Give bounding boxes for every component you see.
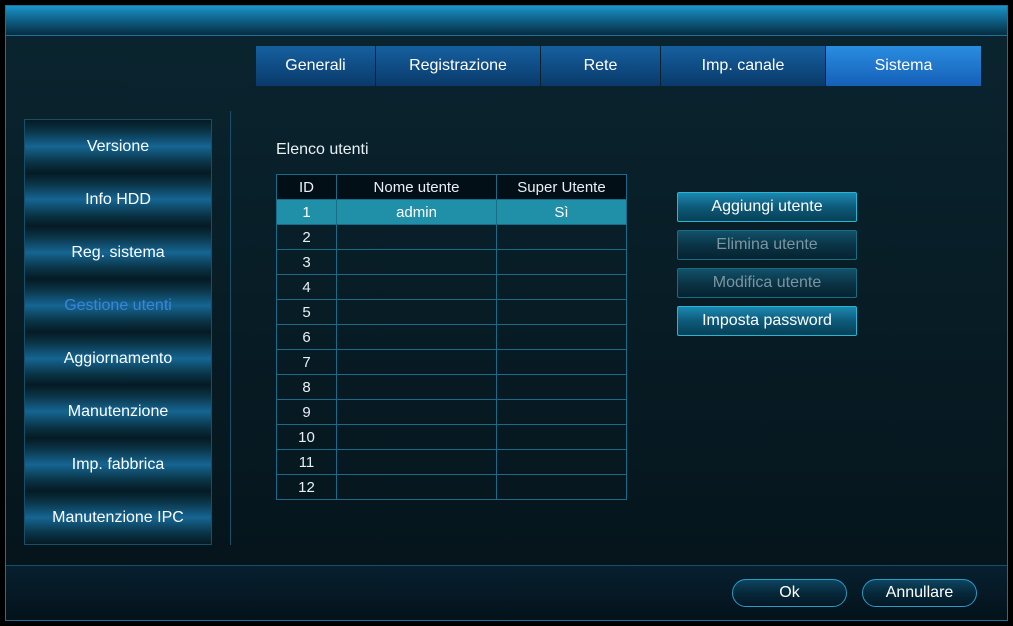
user-table: ID Nome utente Super Utente 1adminSì2345… <box>276 174 627 500</box>
tab-registrazione[interactable]: Registrazione <box>376 46 541 86</box>
table-row[interactable]: 12 <box>277 475 627 500</box>
ok-button[interactable]: Ok <box>732 579 847 607</box>
table-cell-id: 2 <box>277 225 337 250</box>
table-cell-super <box>497 375 627 400</box>
table-row[interactable]: 5 <box>277 300 627 325</box>
table-cell-super <box>497 400 627 425</box>
table-row[interactable]: 11 <box>277 450 627 475</box>
table-cell-super <box>497 275 627 300</box>
add-user-button[interactable]: Aggiungi utente <box>677 192 857 222</box>
table-cell-super <box>497 225 627 250</box>
sidebar-item-gestione-utenti[interactable]: Gestione utenti <box>25 279 211 332</box>
sidebar-item-manutenzione-ipc[interactable]: Manutenzione IPC <box>25 491 211 544</box>
table-cell-id: 4 <box>277 275 337 300</box>
table-cell-super <box>497 475 627 500</box>
cancel-button[interactable]: Annullare <box>862 579 977 607</box>
top-tabs: Generali Registrazione Rete Imp. canale … <box>256 46 1007 86</box>
table-cell-id: 10 <box>277 425 337 450</box>
table-cell-id: 11 <box>277 450 337 475</box>
table-cell-super <box>497 300 627 325</box>
table-header-id: ID <box>277 175 337 200</box>
table-row[interactable]: 8 <box>277 375 627 400</box>
table-cell-name <box>337 275 497 300</box>
main-panel: Elenco utenti ID Nome utente Super Utent… <box>230 111 1007 545</box>
table-cell-id: 7 <box>277 350 337 375</box>
table-cell-super <box>497 350 627 375</box>
table-cell-id: 3 <box>277 250 337 275</box>
table-cell-name <box>337 400 497 425</box>
delete-user-button[interactable]: Elimina utente <box>677 230 857 260</box>
table-row[interactable]: 6 <box>277 325 627 350</box>
table-cell-name <box>337 300 497 325</box>
user-table-body: 1adminSì23456789101112 <box>277 200 627 500</box>
table-row[interactable]: 10 <box>277 425 627 450</box>
table-cell-id: 12 <box>277 475 337 500</box>
table-cell-id: 9 <box>277 400 337 425</box>
sidebar-item-manutenzione[interactable]: Manutenzione <box>25 385 211 438</box>
table-cell-super <box>497 250 627 275</box>
table-cell-name <box>337 225 497 250</box>
table-header-name: Nome utente <box>337 175 497 200</box>
table-row[interactable]: 1adminSì <box>277 200 627 225</box>
table-cell-name <box>337 250 497 275</box>
table-cell-name <box>337 350 497 375</box>
content-area: Versione Info HDD Reg. sistema Gestione … <box>6 111 1007 545</box>
table-cell-name <box>337 475 497 500</box>
table-cell-id: 6 <box>277 325 337 350</box>
sidebar-item-info-hdd[interactable]: Info HDD <box>25 173 211 226</box>
table-row[interactable]: 2 <box>277 225 627 250</box>
table-row[interactable]: 7 <box>277 350 627 375</box>
sidebar-item-reg-sistema[interactable]: Reg. sistema <box>25 226 211 279</box>
window-titlebar <box>6 6 1007 36</box>
settings-window: Generali Registrazione Rete Imp. canale … <box>5 5 1008 621</box>
table-row[interactable]: 4 <box>277 275 627 300</box>
action-buttons: Aggiungi utente Elimina utente Modifica … <box>677 192 857 500</box>
sidebar: Versione Info HDD Reg. sistema Gestione … <box>24 119 212 545</box>
table-cell-super <box>497 325 627 350</box>
table-cell-name: admin <box>337 200 497 225</box>
table-row[interactable]: 3 <box>277 250 627 275</box>
table-cell-id: 8 <box>277 375 337 400</box>
tab-sistema[interactable]: Sistema <box>826 46 981 86</box>
tab-imp-canale[interactable]: Imp. canale <box>661 46 826 86</box>
sidebar-item-imp-fabbrica[interactable]: Imp. fabbrica <box>25 438 211 491</box>
tab-rete[interactable]: Rete <box>541 46 661 86</box>
sidebar-item-aggiornamento[interactable]: Aggiornamento <box>25 332 211 385</box>
table-cell-name <box>337 425 497 450</box>
table-cell-id: 5 <box>277 300 337 325</box>
table-cell-name <box>337 325 497 350</box>
table-header-super: Super Utente <box>497 175 627 200</box>
sidebar-item-versione[interactable]: Versione <box>25 120 211 173</box>
tab-generali[interactable]: Generali <box>256 46 376 86</box>
section-title: Elenco utenti <box>276 141 1007 159</box>
modify-user-button[interactable]: Modifica utente <box>677 268 857 298</box>
table-cell-super: Sì <box>497 200 627 225</box>
table-cell-super <box>497 425 627 450</box>
table-cell-super <box>497 450 627 475</box>
table-cell-id: 1 <box>277 200 337 225</box>
table-cell-name <box>337 375 497 400</box>
table-row[interactable]: 9 <box>277 400 627 425</box>
set-password-button[interactable]: Imposta password <box>677 306 857 336</box>
footer: Ok Annullare <box>6 565 1007 620</box>
table-cell-name <box>337 450 497 475</box>
